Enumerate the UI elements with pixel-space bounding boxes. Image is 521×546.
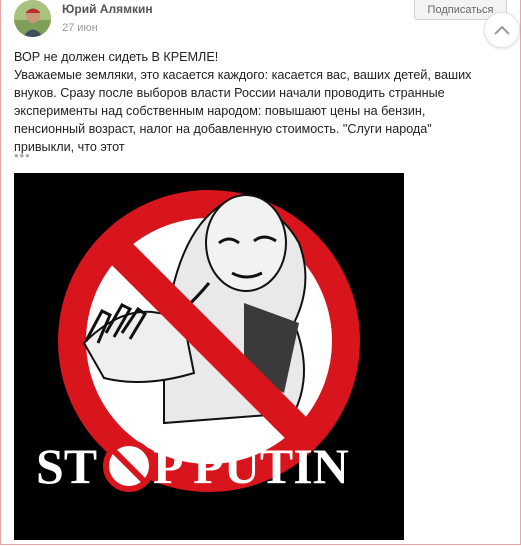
expand-text-button[interactable]: ••• <box>14 148 31 163</box>
author-name[interactable]: Юрий Алямкин <box>62 2 153 16</box>
avatar[interactable] <box>14 0 51 37</box>
chevron-up-icon <box>494 25 510 35</box>
avatar-image <box>14 0 51 37</box>
caption-p-putin: P PUTIN <box>153 438 349 494</box>
stop-putin-poster: ST P PUTIN <box>14 173 404 540</box>
post-title: ВОР не должен сидеть В КРЕМЛЕ! <box>14 50 219 64</box>
scroll-up-button[interactable] <box>484 12 520 48</box>
post-date[interactable]: 27 июн <box>62 22 98 34</box>
caption-st: ST <box>36 438 97 494</box>
post-image[interactable]: ST P PUTIN <box>14 173 404 540</box>
post-text: ВОР не должен сидеть В КРЕМЛЕ! Уважаемые… <box>14 48 484 156</box>
post-body: Уважаемые земляки, это касается каждого:… <box>14 68 472 154</box>
